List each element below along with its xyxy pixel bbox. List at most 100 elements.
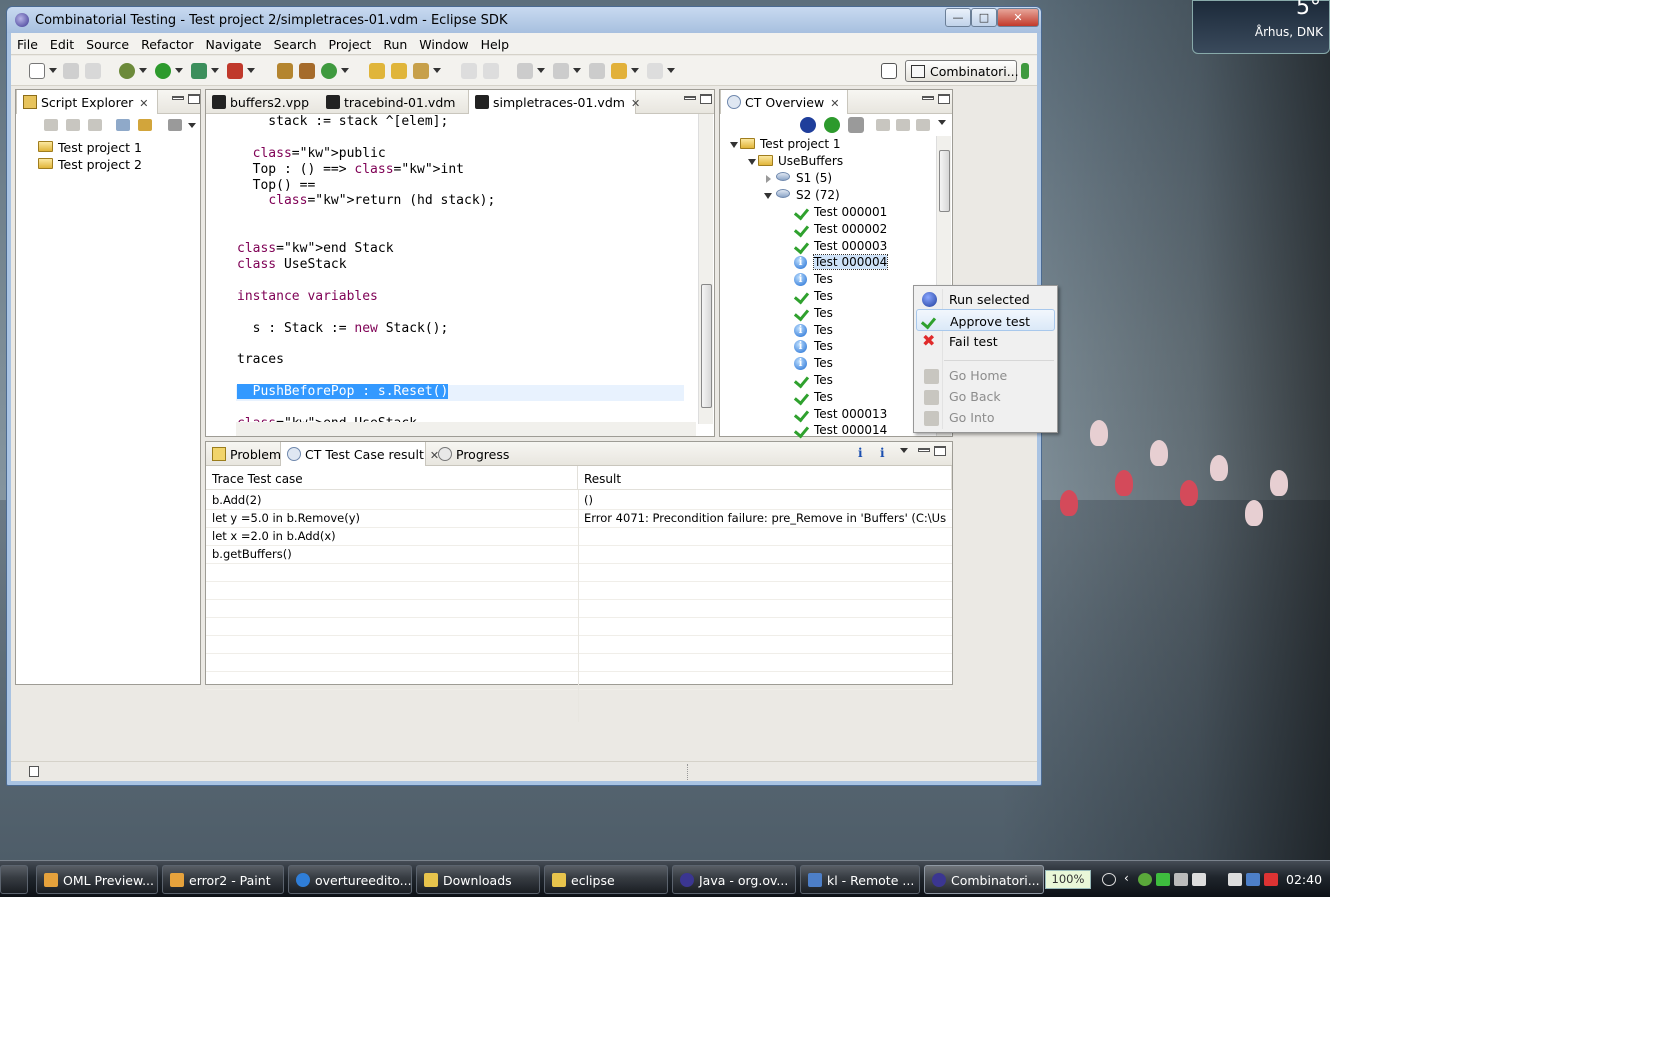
- taskbar-overflow-button[interactable]: [0, 865, 28, 894]
- tree-item-test[interactable]: i Tes: [794, 272, 833, 287]
- view-menu-icon[interactable]: [900, 448, 908, 453]
- chevron-down-icon[interactable]: [211, 68, 219, 73]
- title-bar[interactable]: Combinatorial Testing - Test project 2/s…: [7, 7, 1041, 33]
- clock[interactable]: 02:40: [1286, 872, 1322, 887]
- tree-item-test[interactable]: Tes: [814, 373, 833, 387]
- tree-item-test[interactable]: i Tes: [794, 339, 833, 354]
- run-all-icon[interactable]: [800, 117, 816, 133]
- tree-item-test[interactable]: Tes: [814, 306, 833, 320]
- expand-toggle-icon[interactable]: [764, 193, 772, 199]
- last-edit-icon[interactable]: [589, 63, 605, 79]
- open-type-icon[interactable]: [391, 63, 407, 79]
- taskbar-item-downloads[interactable]: Downloads: [416, 865, 540, 894]
- users-icon[interactable]: [1138, 873, 1152, 886]
- collapse-all-icon[interactable]: [116, 119, 130, 131]
- maximize-view-icon[interactable]: [188, 94, 200, 104]
- scroll-thumb[interactable]: [939, 150, 950, 212]
- java-perspective-icon[interactable]: [1021, 63, 1029, 79]
- volume-muted-icon[interactable]: [1264, 873, 1278, 886]
- keyboard-icon[interactable]: [1102, 873, 1116, 886]
- tab-progress[interactable]: Progress: [432, 442, 509, 466]
- tree-item-test[interactable]: Tes: [814, 289, 833, 303]
- menu-edit[interactable]: Edit: [44, 33, 80, 52]
- security-icon[interactable]: [1156, 873, 1170, 886]
- maximize-button[interactable]: □: [971, 8, 997, 27]
- refresh-icon[interactable]: [321, 63, 337, 79]
- network-icon[interactable]: [1174, 873, 1188, 886]
- info-icon[interactable]: i: [858, 446, 863, 460]
- tab-ct-overview[interactable]: CT Overview ✕: [720, 90, 849, 114]
- table-row[interactable]: let y =5.0 in b.Remove(y) Error 4071: Pre…: [206, 508, 952, 528]
- back-arrow-icon[interactable]: [611, 63, 627, 79]
- table-row[interactable]: [206, 616, 952, 636]
- table-row[interactable]: [206, 634, 952, 654]
- close-icon[interactable]: ✕: [139, 97, 148, 110]
- open-perspective-icon[interactable]: [881, 63, 897, 79]
- expand-toggle-icon[interactable]: [730, 142, 738, 148]
- column-header-result[interactable]: Result: [578, 466, 952, 490]
- menu-item-fail-test[interactable]: ✖ Fail test: [916, 330, 1055, 352]
- taskbar-item-remote[interactable]: kl - Remote ...: [800, 865, 920, 894]
- menu-file[interactable]: File: [11, 33, 44, 52]
- tree-item-test[interactable]: Test 000001: [814, 205, 887, 219]
- link-editor-icon[interactable]: [138, 119, 152, 131]
- menu-navigate[interactable]: Navigate: [200, 33, 268, 52]
- filter-icon[interactable]: [168, 119, 182, 131]
- table-row[interactable]: let x =2.0 in b.Add(x): [206, 526, 952, 546]
- menu-project[interactable]: Project: [323, 33, 378, 52]
- menu-source[interactable]: Source: [80, 33, 135, 52]
- chevron-down-icon[interactable]: [573, 68, 581, 73]
- coverage-icon[interactable]: [191, 63, 207, 79]
- tree-item-test[interactable]: Test 000014: [814, 423, 887, 437]
- clipboard-icon[interactable]: [1228, 873, 1242, 886]
- taskbar-item-java[interactable]: Java - org.ov...: [672, 865, 796, 894]
- expand-toggle-icon[interactable]: [748, 159, 756, 165]
- run-icon[interactable]: [824, 117, 840, 133]
- chevron-down-icon[interactable]: [139, 68, 147, 73]
- new-icon[interactable]: [29, 63, 45, 79]
- next-annotation-icon[interactable]: [517, 63, 533, 79]
- display-icon[interactable]: [1192, 873, 1206, 886]
- tree-item-test[interactable]: Test 000002: [814, 222, 887, 236]
- tree-item-trace-s2[interactable]: S2 (72): [776, 188, 840, 202]
- perspective-button[interactable]: Combinatori...: [905, 60, 1019, 82]
- tab-simpletraces[interactable]: simpletraces-01.vdm ✕: [468, 90, 640, 114]
- new-project-icon[interactable]: [277, 63, 293, 79]
- chevron-down-icon[interactable]: [341, 68, 349, 73]
- tree-item-trace-s1[interactable]: S1 (5): [776, 171, 832, 185]
- menu-search[interactable]: Search: [268, 33, 323, 52]
- chevron-down-icon[interactable]: [175, 68, 183, 73]
- monitor-icon[interactable]: [1246, 873, 1260, 886]
- table-row[interactable]: [206, 580, 952, 600]
- minimize-view-icon[interactable]: [918, 448, 930, 452]
- open-folder-icon[interactable]: [369, 63, 385, 79]
- chevron-down-icon[interactable]: [49, 68, 57, 73]
- tree-item-test[interactable]: Test 000003: [814, 239, 887, 253]
- scroll-thumb[interactable]: [701, 284, 712, 408]
- maximize-view-icon[interactable]: [934, 446, 946, 456]
- external-tools-icon[interactable]: [227, 63, 243, 79]
- table-row[interactable]: [206, 670, 952, 690]
- tree-item-project-1[interactable]: Test project 1: [38, 140, 142, 155]
- table-row[interactable]: b.Add(2) (): [206, 490, 952, 510]
- chevron-down-icon[interactable]: [247, 68, 255, 73]
- menu-item-run-selected[interactable]: Run selected: [916, 288, 1055, 310]
- table-row[interactable]: [206, 652, 952, 672]
- tab-buffers2[interactable]: buffers2.vpp: [206, 90, 318, 114]
- table-row[interactable]: [206, 598, 952, 618]
- tab-tracebind[interactable]: tracebind-01.vdm: [320, 90, 466, 114]
- tab-script-explorer[interactable]: Script Explorer ✕: [16, 90, 158, 114]
- weather-gadget[interactable]: 5° Århus, DNK: [1192, 0, 1330, 54]
- new-class-icon[interactable]: [299, 63, 315, 79]
- table-row[interactable]: b.getBuffers(): [206, 544, 952, 564]
- maximize-view-icon[interactable]: [700, 94, 712, 104]
- chevron-down-icon[interactable]: [631, 68, 639, 73]
- zoom-indicator[interactable]: 100%: [1045, 870, 1091, 889]
- search-icon[interactable]: [413, 63, 429, 79]
- info-icon[interactable]: i: [880, 446, 885, 460]
- tree-item-test[interactable]: Test 000013: [814, 407, 887, 421]
- tree-item-root-project[interactable]: Test project 1: [740, 137, 841, 151]
- menu-help[interactable]: Help: [475, 33, 516, 52]
- code-text[interactable]: stack := stack ^[elem]; class="kw">publi…: [237, 114, 495, 432]
- taskbar-item-oml-preview[interactable]: OML Preview...: [36, 865, 158, 894]
